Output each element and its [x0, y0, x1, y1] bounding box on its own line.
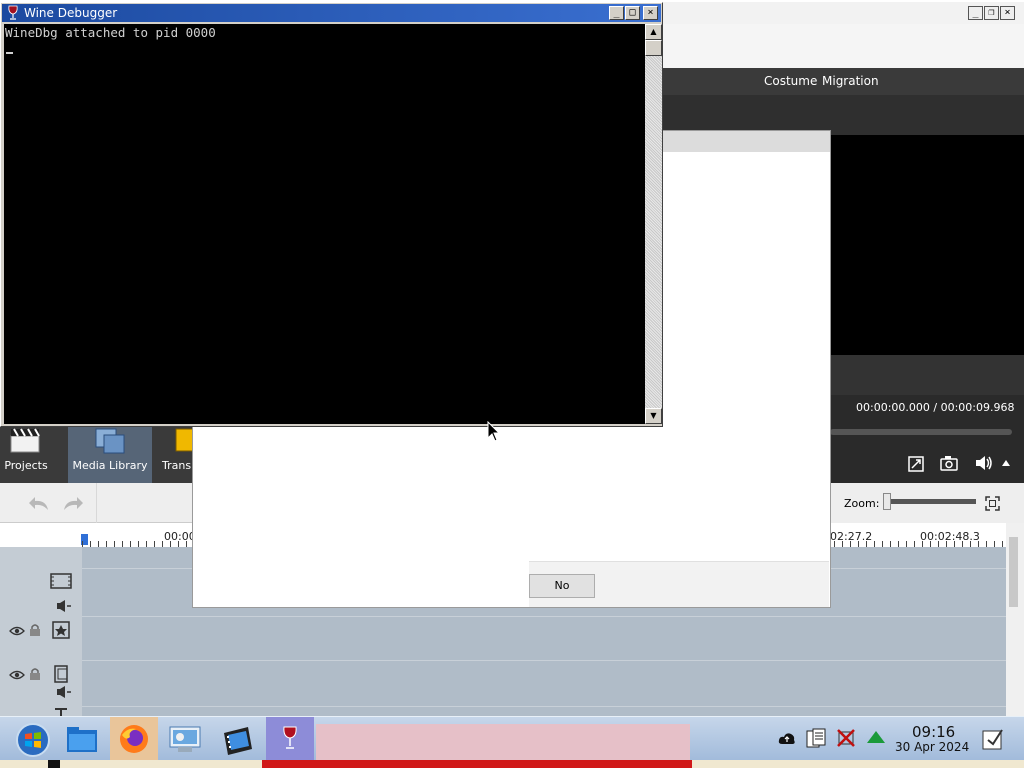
- network-disconnected-icon[interactable]: [836, 728, 856, 748]
- wallpaper-dark-mark: [48, 760, 60, 768]
- audio-mute-icon-2[interactable]: [56, 685, 72, 699]
- no-button[interactable]: No: [529, 574, 595, 598]
- console-scrollbar[interactable]: ▲ ▼: [645, 24, 662, 424]
- lock-icon[interactable]: [29, 623, 41, 637]
- mouse-pointer-icon: [487, 421, 501, 442]
- library-tabs: Projects Media Library Transi: [0, 423, 193, 483]
- video-track-icon: [50, 573, 72, 589]
- tab-projects[interactable]: Projects: [0, 423, 52, 483]
- timeline-scrollbar[interactable]: [1006, 523, 1024, 716]
- overlay-track-icon: [52, 621, 70, 639]
- app-menubar: Costume Migration: [662, 68, 1024, 95]
- console-scroll-thumb[interactable]: [645, 40, 662, 56]
- media-library-icon: [95, 428, 125, 454]
- console-output: WineDbg attached to pid 0000: [5, 25, 216, 40]
- preview-footer: [830, 355, 1024, 395]
- tab-transitions-label: Transi: [162, 459, 193, 472]
- seek-slider[interactable]: [830, 429, 1012, 435]
- app-close-button[interactable]: ×: [1000, 6, 1015, 20]
- seek-bar-area: [830, 423, 1024, 443]
- timeline-scroll-thumb[interactable]: [1009, 537, 1018, 607]
- menu-costume[interactable]: Costume: [764, 74, 817, 88]
- redo-icon[interactable]: [62, 496, 84, 512]
- video-preview: [830, 135, 1024, 355]
- clipboard-icon[interactable]: [805, 728, 827, 748]
- tab-projects-label: Projects: [4, 459, 48, 472]
- app-minimize-button[interactable]: _: [968, 6, 983, 20]
- file-manager-icon[interactable]: [66, 725, 98, 755]
- maximize-button[interactable]: □: [625, 6, 640, 20]
- dialog-footer: No: [529, 561, 829, 607]
- undo-icon[interactable]: [28, 496, 50, 512]
- debugger-console[interactable]: WineDbg attached to pid 0000: [4, 24, 645, 424]
- show-desktop-icon[interactable]: [982, 728, 1004, 750]
- audio-mute-icon[interactable]: [56, 599, 72, 613]
- overlay-track-icon-2: [54, 665, 68, 683]
- wine-debugger-window: Wine Debugger _ □ × WineDbg attached to …: [0, 2, 663, 427]
- wallpaper-red-block: [262, 760, 692, 768]
- volume-icon[interactable]: [974, 455, 994, 471]
- scroll-down-arrow-icon[interactable]: ▼: [645, 408, 662, 424]
- visibility-eye-icon[interactable]: [9, 669, 25, 681]
- clapperboard-icon: [10, 428, 40, 453]
- menu-migration[interactable]: Migration: [822, 74, 879, 88]
- text-cursor: [6, 52, 13, 54]
- app-titlebar: _ ❐ ×: [662, 2, 1024, 24]
- zoom-slider-track[interactable]: [886, 499, 976, 504]
- tab-media-library[interactable]: Media Library: [68, 423, 152, 483]
- wine-glass-icon: [283, 726, 297, 749]
- volume-dropdown-icon[interactable]: [1002, 460, 1010, 466]
- snapshot-icon[interactable]: [940, 455, 958, 471]
- minimize-button[interactable]: _: [609, 6, 624, 20]
- clock-time[interactable]: 09:16: [912, 723, 955, 741]
- cloud-upload-icon[interactable]: [778, 731, 796, 745]
- wine-debugger-titlebar: Wine Debugger _ □ ×: [2, 4, 661, 22]
- wine-glass-icon: [8, 5, 18, 20]
- scroll-up-arrow-icon[interactable]: ▲: [645, 24, 662, 40]
- wine-debugger-title: Wine Debugger: [24, 6, 118, 20]
- visibility-eye-icon[interactable]: [9, 625, 25, 637]
- firefox-taskbar-button[interactable]: [110, 717, 158, 760]
- start-menu-icon[interactable]: [15, 722, 51, 758]
- zoom-control: Zoom:: [830, 483, 1024, 523]
- timecode-display: 00:00:00.000 / 00:00:09.968: [830, 395, 1024, 423]
- toolbar-divider: [96, 483, 97, 523]
- track-divider: [82, 706, 1006, 707]
- video-editor-icon[interactable]: [222, 725, 254, 755]
- tab-transitions[interactable]: Transi: [158, 423, 193, 483]
- desktop-wallpaper-edge: [0, 760, 1024, 768]
- track-divider: [82, 660, 1006, 661]
- taskbar-window-area: [316, 724, 690, 760]
- track-divider: [82, 616, 1006, 617]
- app-subtoolbar: [662, 95, 1024, 135]
- close-button[interactable]: ×: [643, 6, 658, 20]
- preview-controls: [830, 443, 1024, 483]
- fullscreen-icon[interactable]: [908, 456, 924, 472]
- zoom-slider-thumb[interactable]: [883, 493, 891, 510]
- track-headers: [0, 547, 82, 716]
- app-toolbar: [662, 24, 1024, 68]
- fit-to-window-icon[interactable]: [985, 496, 1000, 511]
- clock-date[interactable]: 30 Apr 2024: [895, 740, 969, 754]
- firefox-icon: [120, 725, 148, 753]
- lock-icon[interactable]: [29, 667, 41, 681]
- timecode-text: 00:00:00.000 / 00:00:09.968: [856, 401, 1015, 414]
- text-track-icon: [55, 708, 67, 716]
- control-panel-icon[interactable]: [168, 725, 202, 755]
- update-arrow-icon[interactable]: [866, 730, 886, 746]
- zoom-label: Zoom:: [844, 497, 880, 510]
- app-restore-button[interactable]: ❐: [984, 6, 999, 20]
- transitions-icon: [175, 428, 193, 452]
- tab-media-library-label: Media Library: [72, 459, 148, 472]
- wine-taskbar-button[interactable]: [266, 717, 314, 760]
